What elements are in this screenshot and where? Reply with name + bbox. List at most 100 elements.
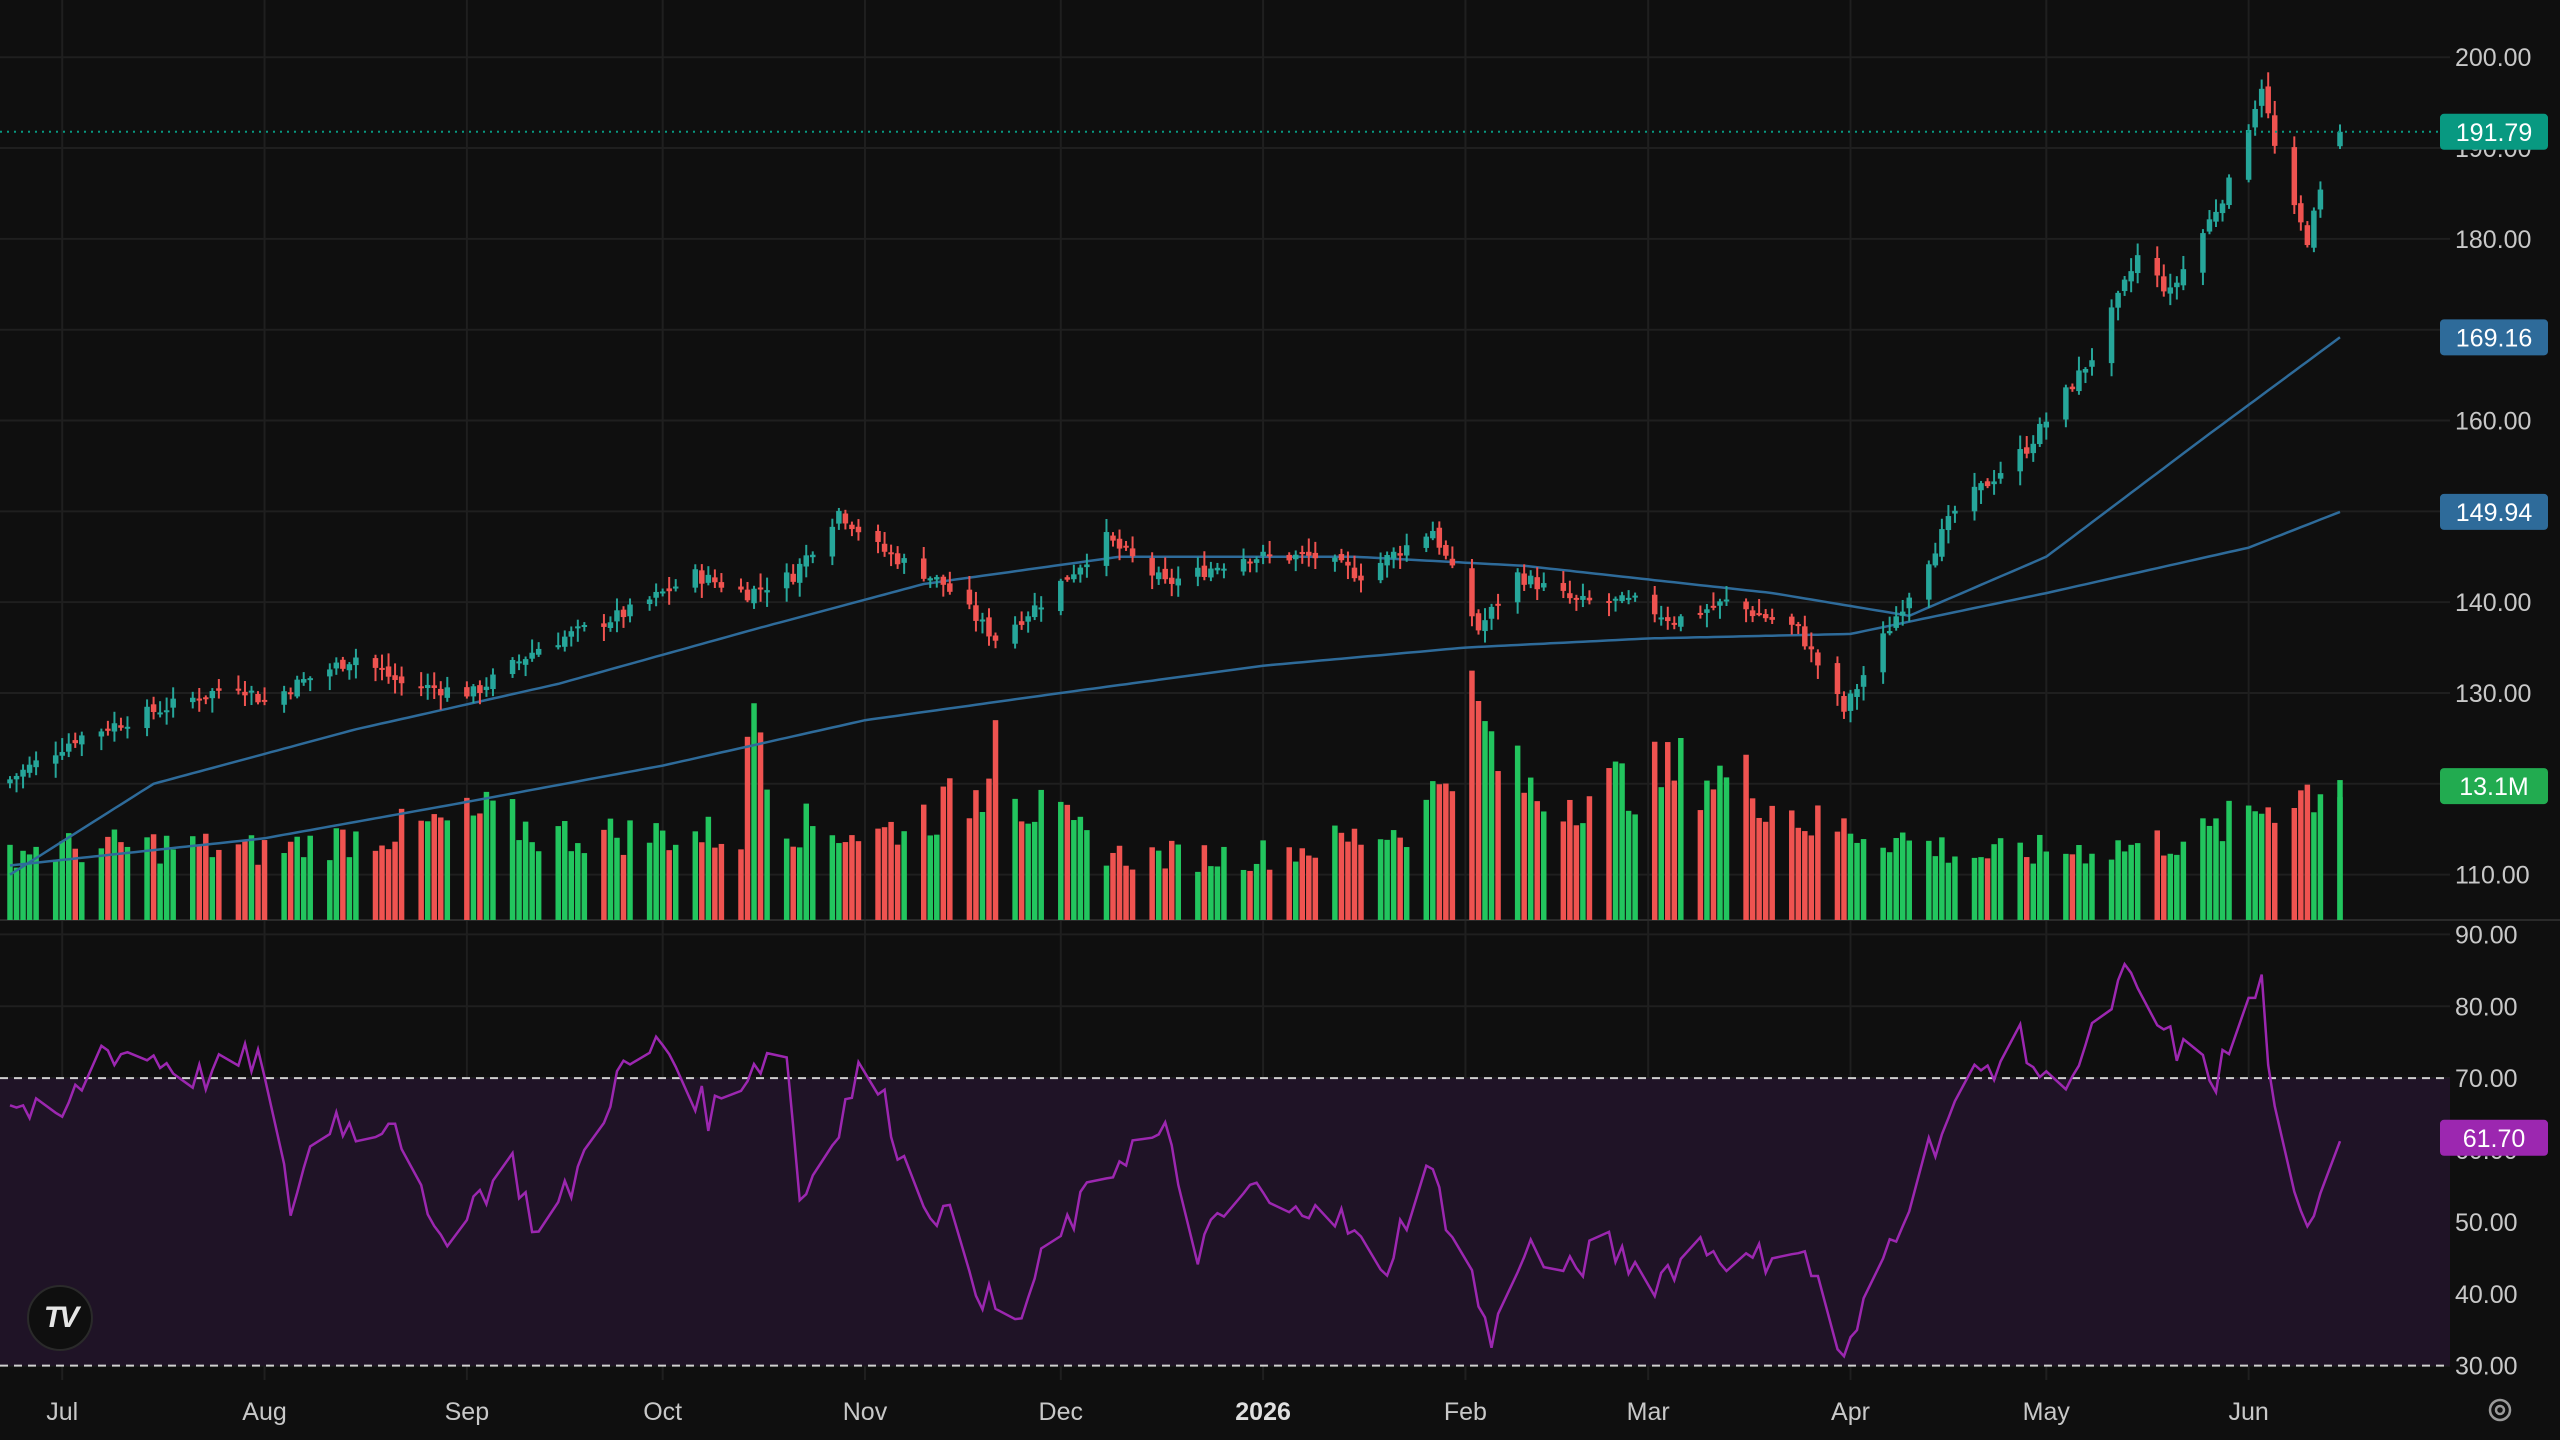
- volume-bar: [196, 845, 203, 920]
- candle-body: [464, 687, 470, 697]
- candle-body: [124, 726, 131, 729]
- candle-body: [1025, 616, 1031, 622]
- volume-bar: [901, 831, 907, 920]
- last-price-badge: 191.79: [2440, 113, 2548, 150]
- volume-bar: [1984, 858, 1991, 920]
- candle-body: [646, 599, 653, 605]
- volume-bar: [1116, 845, 1123, 920]
- volume-bar: [1717, 765, 1723, 920]
- rsi-tick-label: 30.00: [2455, 1353, 2518, 1381]
- candle-body: [1266, 554, 1273, 557]
- volume-bar: [1423, 799, 1430, 920]
- candle-body: [2317, 189, 2324, 210]
- volume-bar: [1625, 810, 1632, 920]
- candle-body: [1612, 598, 1619, 601]
- volume-bar: [1071, 820, 1077, 920]
- ma-badge-1-text: 169.16: [2456, 324, 2532, 352]
- candle-body: [1436, 527, 1443, 548]
- settings-gear-button[interactable]: [2480, 1390, 2520, 1430]
- candle-body: [216, 688, 222, 691]
- candle-body: [438, 688, 444, 696]
- volume-bar: [783, 838, 790, 920]
- candle-body: [1802, 626, 1808, 647]
- volume-bar: [620, 854, 627, 920]
- candle-body: [783, 572, 790, 589]
- volume-bar: [2258, 813, 2265, 920]
- candle-body: [1116, 538, 1123, 549]
- volume-bar: [1939, 837, 1945, 920]
- candle-body: [2108, 307, 2115, 364]
- candle-body: [1541, 583, 1547, 588]
- candle-body: [1312, 552, 1319, 559]
- volume-bar: [2245, 805, 2252, 920]
- candle-body: [1534, 577, 1540, 590]
- volume-bar: [2030, 863, 2036, 920]
- stock-chart[interactable]: 200.00190.00180.00170.00160.00150.00140.…: [0, 0, 2560, 1440]
- gear-icon: [2488, 1398, 2512, 1422]
- volume-bar: [248, 835, 255, 920]
- candle-body: [2030, 443, 2036, 454]
- volume-bar: [894, 844, 901, 920]
- volume-bar: [385, 849, 392, 920]
- time-tick-label: May: [2023, 1398, 2071, 1426]
- volume-bar: [712, 847, 718, 920]
- candle-body: [281, 691, 287, 705]
- volume-bar: [562, 821, 568, 920]
- rsi-badge-text: 61.70: [2463, 1125, 2526, 1153]
- volume-bar: [790, 846, 796, 920]
- candle-body: [2174, 282, 2180, 288]
- volume-bar: [751, 703, 757, 920]
- candle-body: [1932, 553, 1939, 566]
- candle-body: [2167, 287, 2174, 294]
- chart-canvas[interactable]: 200.00190.00180.00170.00160.00150.00140.…: [0, 0, 2560, 1440]
- volume-bar: [1769, 805, 1775, 920]
- volume-bar: [20, 850, 26, 920]
- volume-bar: [1808, 835, 1815, 920]
- volume-bar: [881, 827, 888, 920]
- volume-bar: [1488, 731, 1495, 920]
- candle-body: [170, 698, 176, 708]
- candle-body: [1665, 617, 1671, 622]
- candle-body: [1403, 545, 1410, 556]
- candle-body: [1012, 624, 1018, 644]
- candle-body: [1580, 595, 1586, 600]
- candle-body: [2298, 203, 2304, 223]
- candle-body: [940, 576, 947, 585]
- volume-bar: [7, 844, 13, 920]
- volume-bar: [1795, 827, 1802, 920]
- volume-bar: [340, 829, 346, 920]
- time-tick-label: Nov: [843, 1398, 888, 1426]
- price-tick-label: 180.00: [2455, 226, 2531, 254]
- candle-body: [340, 659, 346, 669]
- volume-bar: [947, 778, 953, 920]
- volume-bar: [209, 857, 216, 920]
- volume-bar: [1084, 830, 1090, 920]
- candle-body: [2161, 276, 2167, 292]
- volume-bar: [920, 804, 927, 920]
- volume-bar: [1469, 670, 1475, 920]
- volume-bar: [59, 841, 65, 920]
- volume-bar: [333, 828, 340, 920]
- candle-body: [2128, 271, 2134, 282]
- volume-bar: [1586, 796, 1593, 920]
- rsi-tick-label: 50.00: [2455, 1209, 2518, 1237]
- volume-bar: [353, 831, 359, 920]
- candle-body: [2037, 423, 2043, 445]
- volume-bar: [1612, 761, 1619, 920]
- candle-body: [1952, 510, 1958, 514]
- volume-bar: [607, 818, 614, 920]
- candle-body: [33, 760, 39, 768]
- volume-bar: [477, 813, 483, 920]
- candle-body: [881, 543, 888, 552]
- volume-bar: [124, 846, 131, 920]
- candle-body: [1345, 561, 1351, 566]
- candle-body: [2063, 387, 2069, 420]
- tradingview-logo-icon[interactable]: TV: [27, 1285, 93, 1351]
- volume-bar: [2121, 851, 2128, 920]
- volume-bar: [2043, 851, 2050, 920]
- volume-bar: [699, 842, 705, 920]
- candle-body: [2291, 147, 2298, 206]
- volume-bar: [1338, 832, 1345, 920]
- volume-bar: [1991, 844, 1997, 920]
- candle-body: [1997, 473, 2004, 479]
